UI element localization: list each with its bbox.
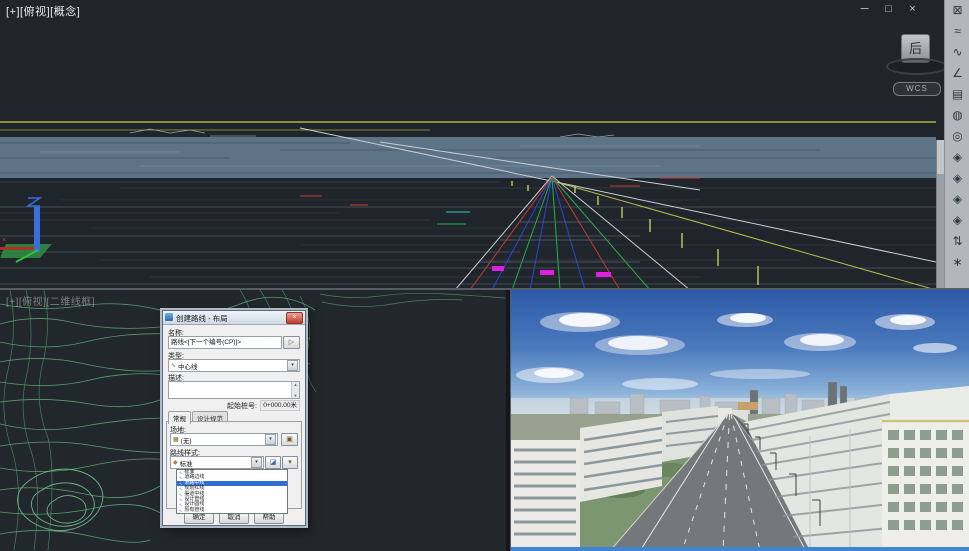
type-combobox[interactable]: ∿ 中心线 ▾ xyxy=(168,359,300,372)
chevron-down-icon[interactable]: ▾ xyxy=(251,457,262,468)
style-value: 标准 xyxy=(180,458,251,468)
dialog-close-button[interactable]: × xyxy=(286,312,303,324)
spline-icon[interactable]: ∿ xyxy=(945,42,969,63)
station-value[interactable]: 0+000.00米 xyxy=(260,400,300,411)
style-option-label: 原有管线 xyxy=(184,508,204,513)
transparent-commands-toolbar: ⊠ ≈ ∿ ∠ ▤ ◍ ◎ ◈ ◈ ◈ ◈ ⇅ ∗ xyxy=(944,0,969,290)
window-controls: ─ □ × xyxy=(857,2,920,16)
pan-compass-icon[interactable]: ◈ xyxy=(945,168,969,189)
description-textarea[interactable]: ▲ ▼ xyxy=(168,381,300,399)
viewport-3d-render[interactable] xyxy=(510,290,969,551)
red-roof-building xyxy=(738,402,758,410)
clouds xyxy=(516,312,957,390)
tab-general[interactable]: 常规 xyxy=(168,411,191,424)
application-window: × [+][俯视][概念] ─ □ × 后 WCS ⊠ ≈ ∿ ∠ ▤ ◍ ◎ … xyxy=(0,0,969,551)
pan-compass-icon[interactable]: ◈ xyxy=(945,210,969,231)
alignment-icon xyxy=(165,313,173,321)
viewport-divider-vertical[interactable] xyxy=(506,290,511,551)
viewport-divider-horizontal[interactable] xyxy=(0,288,969,290)
chevron-down-icon[interactable]: ▾ xyxy=(287,360,298,371)
site-value: (无) xyxy=(181,435,265,445)
station-offset-icon[interactable]: ∗ xyxy=(945,252,969,273)
name-template-button[interactable]: ▷ xyxy=(283,336,300,349)
survey-line-icon[interactable]: ≈ xyxy=(945,21,969,42)
type-value: 中心线 xyxy=(178,361,287,371)
textarea-scrollbar[interactable]: ▲ ▼ xyxy=(291,382,299,398)
create-alignment-dialog: 创建路线 - 布局 × 名称: 路线<[下一个编号(CP)]> ▷ 类型: ∿ … xyxy=(162,310,306,526)
starting-station-row: 起始桩号: 0+000.00米 xyxy=(227,400,300,411)
elevation-icon[interactable]: ⇅ xyxy=(945,231,969,252)
wireframe-canvas: × xyxy=(0,0,936,290)
general-tab-panel: 场地: ▦ (无) ▾ ▣ 路线样式: ◆ 标准 ▾ ◪ ▾ ∿标准 ∿道路边线… xyxy=(166,421,302,509)
viewport-label[interactable]: [+][俯视][二维线框] xyxy=(6,293,95,308)
pan-compass-icon[interactable]: ◈ xyxy=(945,189,969,210)
dialog-titlebar[interactable]: 创建路线 - 布局 × xyxy=(163,311,305,325)
dialog-title: 创建路线 - 布局 xyxy=(176,313,228,324)
alignment-name-input[interactable]: 路线<[下一个编号(CP)]> xyxy=(168,336,282,349)
site-combobox[interactable]: ▦ (无) ▾ xyxy=(170,433,278,446)
restore-button[interactable]: □ xyxy=(881,2,896,16)
globe-icon[interactable]: ◍ xyxy=(945,105,969,126)
render-canvas xyxy=(510,290,969,551)
style-option[interactable]: ∿原有管线 xyxy=(177,508,287,513)
orbit-icon[interactable]: ◎ xyxy=(945,126,969,147)
style-item-icon: ∿ xyxy=(179,508,182,513)
wcs-selector[interactable]: WCS xyxy=(893,82,941,96)
centerline-icon: ∿ xyxy=(171,362,176,369)
pan-compass-icon[interactable]: ◈ xyxy=(945,147,969,168)
zoom-window-icon[interactable]: ⊠ xyxy=(945,0,969,21)
style-picker-button[interactable]: ▾ xyxy=(282,456,298,469)
alignment-style-combobox[interactable]: ◆ 标准 ▾ xyxy=(170,456,264,469)
chevron-down-icon[interactable]: ▾ xyxy=(265,434,276,445)
style-icon: ◆ xyxy=(173,459,178,466)
scroll-down-icon[interactable]: ▼ xyxy=(294,393,298,398)
viewport-label[interactable]: [+][俯视][概念] xyxy=(6,3,80,19)
scroll-up-icon[interactable]: ▲ xyxy=(294,382,298,387)
sheets-icon[interactable]: ▤ xyxy=(945,84,969,105)
site-picker-button[interactable]: ▣ xyxy=(281,433,298,446)
close-button[interactable]: × xyxy=(905,2,920,16)
viewport-top-perspective[interactable]: × [+][俯视][概念] ─ □ × 后 WCS xyxy=(0,0,944,290)
style-edit-button[interactable]: ◪ xyxy=(265,456,281,469)
viewcube-ring[interactable] xyxy=(886,58,947,75)
minimize-button[interactable]: ─ xyxy=(857,2,872,16)
site-icon: ▦ xyxy=(173,436,179,443)
station-label: 起始桩号: xyxy=(227,401,257,411)
angle-icon[interactable]: ∠ xyxy=(945,63,969,84)
style-dropdown-list: ∿标准 ∿道路边线 ∿道路中线 ∿规划红线 ∿渠道中线 ∿设计管线 ∿设计圆线 … xyxy=(176,469,288,514)
svg-text:×: × xyxy=(2,237,6,244)
